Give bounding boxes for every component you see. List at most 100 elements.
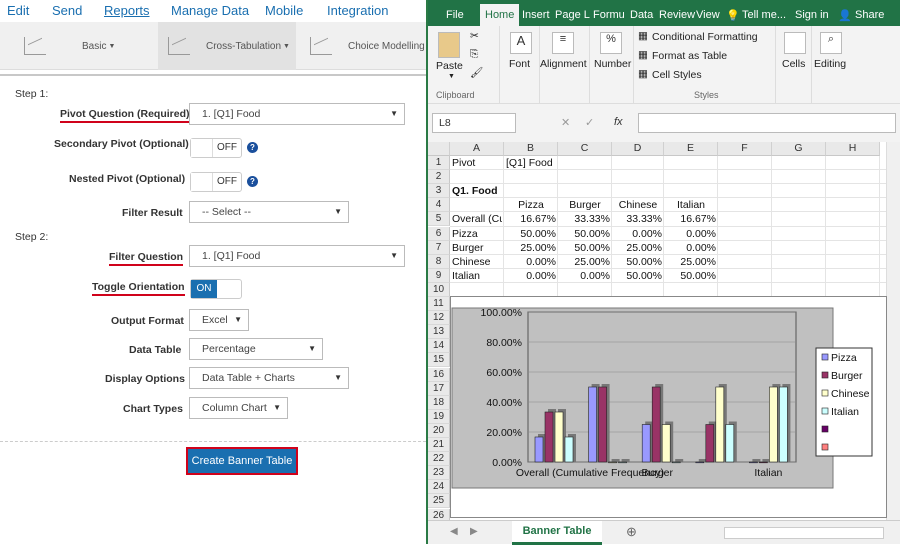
conditional-formatting-button[interactable]: Conditional Formatting <box>652 31 758 43</box>
tab-insert[interactable]: Insert <box>522 9 550 21</box>
tab-review[interactable]: Review <box>659 9 695 21</box>
row-header[interactable]: 23 <box>428 466 450 481</box>
formula-input[interactable] <box>638 113 896 133</box>
filter-result-select[interactable]: -- Select -- ▼ <box>189 201 349 223</box>
row-header[interactable]: 22 <box>428 452 450 467</box>
row-header[interactable]: 4 <box>428 198 450 213</box>
column-header[interactable]: A <box>450 142 504 156</box>
row-header[interactable]: 2 <box>428 170 450 185</box>
search-icon[interactable]: ⌕ <box>820 32 842 54</box>
help-icon[interactable]: ? <box>247 176 258 187</box>
format-as-table-button[interactable]: Format as Table <box>652 50 727 62</box>
cell-e6[interactable]: 0.00% <box>666 227 716 241</box>
nav-manage-data[interactable]: Manage Data <box>171 3 249 18</box>
cell-d6[interactable]: 0.00% <box>614 227 662 241</box>
cancel-icon[interactable]: ✕ <box>561 116 570 129</box>
data-table-select[interactable]: Percentage ▼ <box>189 338 323 360</box>
pivot-question-select[interactable]: 1. [Q1] Food ▼ <box>189 103 405 125</box>
row-header[interactable]: 12 <box>428 311 450 326</box>
sign-in-link[interactable]: Sign in <box>795 9 829 21</box>
column-header[interactable]: D <box>612 142 664 156</box>
cell-a7[interactable]: Burger <box>452 241 502 255</box>
column-header[interactable]: H <box>826 142 880 156</box>
cell-e5[interactable]: 16.67% <box>666 212 716 226</box>
tool-cross-tabulation[interactable]: Cross-Tabulation ▼ <box>158 22 296 70</box>
enter-icon[interactable]: ✓ <box>585 116 594 129</box>
tab-view[interactable]: View <box>696 9 720 21</box>
row-header[interactable]: 6 <box>428 226 450 241</box>
secondary-pivot-toggle[interactable]: OFF <box>190 138 242 158</box>
cell-e7[interactable]: 0.00% <box>666 241 716 255</box>
tab-formulas[interactable]: Formu <box>593 9 625 21</box>
row-header[interactable]: 15 <box>428 353 450 368</box>
help-icon[interactable]: ? <box>247 142 258 153</box>
row-header[interactable]: 18 <box>428 395 450 410</box>
row-header[interactable]: 19 <box>428 409 450 424</box>
chart-types-select[interactable]: Column Chart ▼ <box>189 397 288 419</box>
cell-c5[interactable]: 33.33% <box>560 212 610 226</box>
column-header[interactable]: B <box>504 142 558 156</box>
cell-a3[interactable]: Q1. Food <box>452 184 572 198</box>
column-header[interactable]: F <box>718 142 772 156</box>
cell-a6[interactable]: Pizza <box>452 227 502 241</box>
font-icon[interactable]: A <box>510 32 532 54</box>
cell-a8[interactable]: Chinese <box>452 255 502 269</box>
cells-icon[interactable] <box>784 32 806 54</box>
cut-icon[interactable]: ✂ <box>470 30 479 42</box>
tab-data[interactable]: Data <box>630 9 653 21</box>
select-all-corner[interactable] <box>428 142 450 156</box>
row-header[interactable]: 13 <box>428 325 450 340</box>
cell-b6[interactable]: 50.00% <box>506 227 556 241</box>
nav-edit[interactable]: Edit <box>7 3 29 18</box>
nav-reports[interactable]: Reports <box>104 3 150 18</box>
add-sheet-icon[interactable]: ⊕ <box>626 524 637 540</box>
cell-e9[interactable]: 50.00% <box>666 269 716 283</box>
paste-icon[interactable] <box>438 32 460 58</box>
tool-choice-modelling[interactable]: Choice Modelling <box>310 22 426 70</box>
cell-b5[interactable]: 16.67% <box>506 212 556 226</box>
cell-b9[interactable]: 0.00% <box>506 269 556 283</box>
row-header[interactable]: 8 <box>428 254 450 269</box>
name-box[interactable]: L8 <box>432 113 516 133</box>
cell-d5[interactable]: 33.33% <box>614 212 662 226</box>
nav-send[interactable]: Send <box>52 3 82 18</box>
cell-styles-button[interactable]: Cell Styles <box>652 69 702 81</box>
vertical-scrollbar[interactable] <box>886 142 900 520</box>
copy-icon[interactable]: ⎘ <box>470 48 478 61</box>
cell-b7[interactable]: 25.00% <box>506 241 556 255</box>
cell-d8[interactable]: 50.00% <box>614 255 662 269</box>
sheet-tab-banner-table[interactable]: Banner Table <box>512 521 602 545</box>
cell-b4[interactable]: Pizza <box>506 198 556 212</box>
tab-page-layout[interactable]: Page L <box>555 9 590 21</box>
row-header[interactable]: 1 <box>428 156 450 170</box>
cell-b8[interactable]: 0.00% <box>506 255 556 269</box>
percent-icon[interactable]: % <box>600 32 622 54</box>
cell-c4[interactable]: Burger <box>560 198 610 212</box>
cell-a9[interactable]: Italian <box>452 269 502 283</box>
cell-e8[interactable]: 25.00% <box>666 255 716 269</box>
row-header[interactable]: 17 <box>428 381 450 396</box>
next-sheet-icon[interactable]: ▶ <box>470 526 478 537</box>
column-header[interactable]: C <box>558 142 612 156</box>
format-painter-icon[interactable]: 🖌 <box>470 66 483 79</box>
toggle-orientation-toggle[interactable]: ON <box>190 279 242 299</box>
horizontal-scrollbar[interactable] <box>724 527 884 539</box>
banner-chart[interactable]: 100.00%80.00%60.00%40.00%20.00%0.00%Over… <box>450 296 887 518</box>
row-header[interactable]: 25 <box>428 494 450 509</box>
tool-basic[interactable]: Basic ▼ <box>24 22 154 70</box>
row-header[interactable]: 20 <box>428 423 450 438</box>
cell-c9[interactable]: 0.00% <box>560 269 610 283</box>
alignment-icon[interactable]: ≡ <box>552 32 574 54</box>
output-format-select[interactable]: Excel ▼ <box>189 309 249 331</box>
tab-file[interactable]: File <box>446 9 464 21</box>
column-header[interactable]: E <box>664 142 718 156</box>
row-header[interactable]: 10 <box>428 282 450 297</box>
share-button[interactable]: Share <box>855 9 884 21</box>
cell-e4[interactable]: Italian <box>666 198 716 212</box>
row-header[interactable]: 3 <box>428 184 450 199</box>
tell-me-search[interactable]: Tell me... <box>742 9 786 21</box>
row-header[interactable]: 14 <box>428 339 450 354</box>
cell-c6[interactable]: 50.00% <box>560 227 610 241</box>
nested-pivot-toggle[interactable]: OFF <box>190 172 242 192</box>
cell-b1[interactable]: [Q1] Food <box>506 156 586 170</box>
